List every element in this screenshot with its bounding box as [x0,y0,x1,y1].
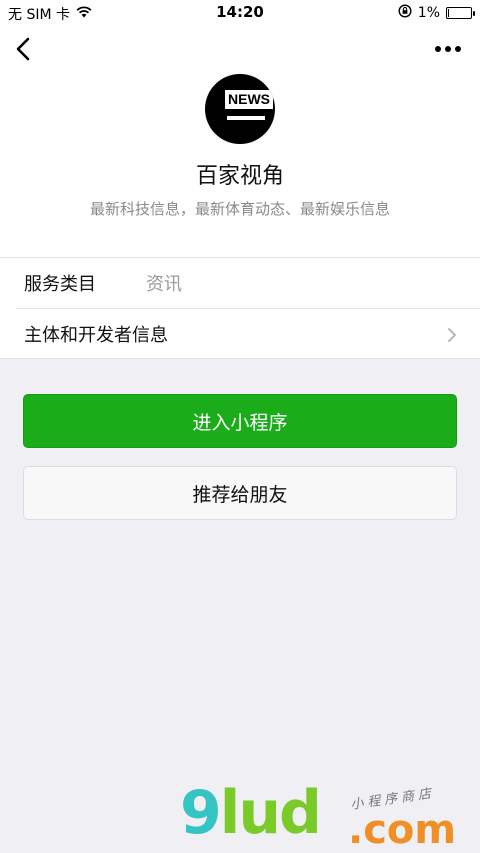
app-description: 最新科技信息，最新体育动态、最新娱乐信息 [89,200,390,218]
logo-stroke [227,116,265,120]
service-category-value: 资讯 [146,274,182,295]
chevron-left-icon [16,37,30,61]
developer-info-label: 主体和开发者信息 [24,325,168,346]
status-right: 1% [398,4,475,22]
watermark-com: .com [348,807,457,853]
orientation-lock-icon [398,4,412,22]
app-logo: NEWS [205,74,275,144]
watermark-logo: 9lud [180,778,322,848]
enter-mini-program-button[interactable]: 进入小程序 [23,394,457,448]
divider [0,358,480,359]
recommend-to-friend-button[interactable]: 推荐给朋友 [23,466,457,520]
watermark-lud: lud [219,778,322,848]
service-category-label: 服务类目 [24,274,96,295]
more-dots-icon [435,46,441,52]
app-name: 百家视角 [195,164,284,189]
chevron-right-icon [448,328,456,342]
service-category-row: 服务类目 资讯 [0,258,480,308]
logo-text: NEWS [225,90,273,109]
more-dot [455,46,461,52]
battery-percent: 1% [417,5,440,21]
more-button[interactable] [434,38,462,60]
battery-icon [446,7,475,19]
status-bar: 无 SIM 卡 14:20 1% [0,0,480,26]
more-dot [445,46,451,52]
watermark: 9lud .com 小程序商店 [180,778,480,853]
profile-section: NEWS 百家视角 最新科技信息，最新体育动态、最新娱乐信息 服务类目 资讯 主… [0,26,480,359]
back-button[interactable] [12,36,36,62]
watermark-nine: 9 [180,778,222,848]
developer-info-row[interactable]: 主体和开发者信息 [0,309,480,359]
